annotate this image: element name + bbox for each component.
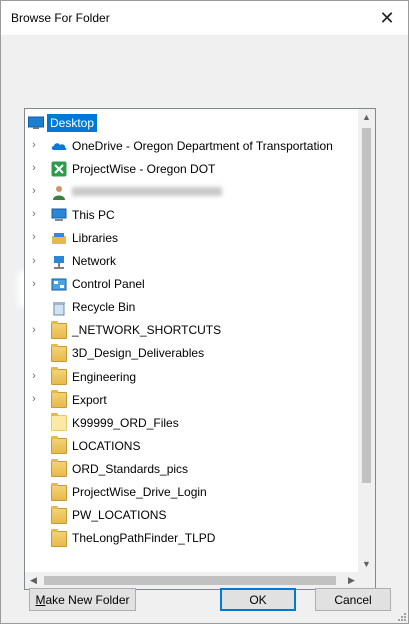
tree-item[interactable]: Desktop (25, 111, 360, 134)
tree-item-label: ProjectWise_Drive_Login (72, 485, 207, 500)
tree-item-label: LOCATIONS (72, 438, 141, 453)
tree-item-label: Desktop (47, 113, 98, 132)
mnemonic-letter: M (35, 592, 46, 607)
folder-icon (51, 343, 67, 362)
tree-item[interactable]: › (25, 180, 360, 203)
tree-item-label: Libraries (72, 231, 119, 246)
tree-item[interactable]: › OneDrive - Oregon Department of Transpo… (25, 134, 360, 157)
folder-icon (51, 436, 67, 455)
tree-item-label: OneDrive - Oregon Department of Transpor… (72, 138, 333, 153)
close-button[interactable]: ✕ (366, 1, 408, 35)
title-bar: Browse For Folder ✕ (1, 1, 408, 35)
tree-item[interactable]: 3D_Design_Deliverables (25, 342, 360, 365)
folder-icon (51, 367, 67, 386)
libraries-icon (51, 230, 67, 246)
horizontal-scroll-thumb[interactable] (44, 576, 336, 585)
close-icon: ✕ (379, 7, 395, 28)
tree-item-label: Control Panel (72, 277, 145, 292)
tree-item[interactable]: PW_LOCATIONS (25, 504, 360, 527)
vertical-scroll-thumb[interactable] (362, 128, 371, 483)
tree-item-label (72, 187, 222, 197)
ok-label: OK (249, 592, 267, 607)
tree-item-label: TheLongPathFinder_TLPD (72, 531, 216, 546)
window-title: Browse For Folder (11, 11, 110, 25)
tree-item[interactable]: K99999_ORD_Files (25, 411, 360, 434)
folder-icon (51, 505, 67, 524)
projectwise-icon (51, 161, 67, 177)
folder-tree-rows: Desktop › OneDrive - Oregon Department of … (25, 111, 360, 550)
tree-item-label: This PC (72, 207, 115, 222)
folder-icon (51, 482, 67, 501)
tree-item[interactable]: › _NETWORK_SHORTCUTS (25, 319, 360, 342)
scrollbar-corner (358, 572, 375, 589)
tree-item-label: K99999_ORD_Files (72, 415, 179, 430)
expand-chevron-icon[interactable]: › (29, 184, 39, 198)
make-new-folder-label: Make New Folder (35, 593, 129, 607)
network-icon (51, 254, 67, 270)
desktop-icon (28, 115, 44, 131)
tree-item[interactable]: LOCATIONS (25, 434, 360, 457)
tree-item[interactable]: ORD_Standards_pics (25, 457, 360, 480)
folder-icon (51, 320, 67, 339)
resize-grip-icon[interactable] (396, 611, 406, 621)
scroll-up-icon[interactable]: ▲ (358, 109, 375, 126)
onedrive-cloud-icon (51, 138, 67, 154)
expand-chevron-icon[interactable]: › (29, 161, 39, 175)
tree-item[interactable]: › This PC (25, 203, 360, 226)
tree-item[interactable]: Recycle Bin (25, 296, 360, 319)
tree-item-label: Engineering (72, 369, 137, 384)
folder-tree[interactable]: Desktop › OneDrive - Oregon Department of … (24, 108, 376, 590)
folder-icon (51, 528, 67, 547)
tree-item-label: ORD_Standards_pics (72, 461, 189, 476)
make-new-folder-rest: ake New Folder (45, 592, 130, 607)
horizontal-scrollbar[interactable]: ◀ ▶ (25, 572, 360, 589)
tree-item[interactable]: › Export (25, 388, 360, 411)
folder-icon (51, 413, 67, 432)
cancel-button[interactable]: Cancel (315, 588, 391, 611)
folder-icon (51, 390, 67, 409)
cancel-label: Cancel (334, 592, 372, 607)
user-icon (51, 184, 67, 201)
tree-item-label: Export (72, 392, 107, 407)
tree-item[interactable]: ProjectWise_Drive_Login (25, 481, 360, 504)
expand-chevron-icon[interactable]: › (29, 207, 39, 221)
tree-item-label: 3D_Design_Deliverables (72, 346, 205, 361)
expand-chevron-icon[interactable]: › (29, 277, 39, 291)
tree-item[interactable]: TheLongPathFinder_TLPD (25, 527, 360, 550)
computer-icon (51, 207, 67, 223)
tree-item[interactable]: › Libraries (25, 226, 360, 249)
expand-chevron-icon[interactable]: › (29, 254, 39, 268)
expand-chevron-icon[interactable]: › (29, 230, 39, 244)
browse-for-folder-dialog: Browse For Folder ✕ Desktop › OneDrive - O… (0, 0, 409, 624)
tree-item[interactable]: › Network (25, 250, 360, 273)
tree-item-label: ProjectWise - Oregon DOT (72, 161, 216, 176)
recycle-bin-icon (51, 300, 67, 316)
vertical-scrollbar[interactable]: ▲ ▼ (358, 109, 375, 573)
tree-item-label: Network (72, 254, 117, 269)
tree-item[interactable]: › Engineering (25, 365, 360, 388)
expand-chevron-icon[interactable]: › (29, 392, 39, 406)
folder-icon (51, 459, 67, 478)
tree-item-label: _NETWORK_SHORTCUTS (72, 323, 222, 338)
expand-chevron-icon[interactable]: › (29, 138, 39, 152)
expand-chevron-icon[interactable]: › (29, 369, 39, 383)
tree-item[interactable]: › Control Panel (25, 273, 360, 296)
scroll-left-icon[interactable]: ◀ (25, 572, 42, 589)
tree-item-label: Recycle Bin (72, 300, 136, 315)
ok-button[interactable]: OK (220, 588, 296, 611)
expand-chevron-icon[interactable]: › (29, 323, 39, 337)
tree-item-label: PW_LOCATIONS (72, 508, 167, 523)
tree-item[interactable]: › ProjectWise - Oregon DOT (25, 157, 360, 180)
make-new-folder-button[interactable]: Make New Folder (29, 588, 136, 611)
control-panel-icon (51, 277, 67, 293)
prompt-text (11, 43, 396, 103)
scroll-down-icon[interactable]: ▼ (358, 556, 375, 573)
